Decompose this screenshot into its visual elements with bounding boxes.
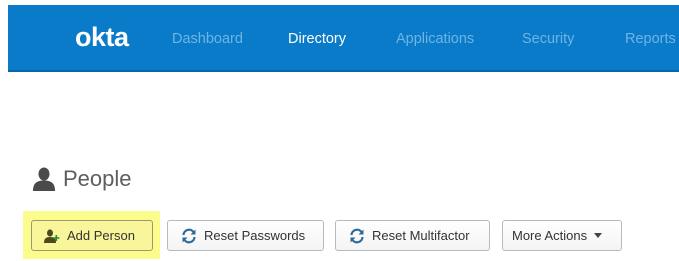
refresh-icon [350,228,364,243]
add-person-icon [44,228,60,243]
caret-down-icon [594,233,603,238]
nav-item-applications[interactable]: Applications [396,30,474,48]
okta-people-page: okta Dashboard Directory Applications Se… [0,0,679,261]
okta-logo[interactable]: okta [75,22,129,52]
reset-passwords-button[interactable]: Reset Passwords [167,220,324,251]
nav-item-security[interactable]: Security [522,30,574,48]
person-icon [33,167,55,191]
more-actions-dropdown[interactable]: More Actions [502,220,622,251]
add-person-label: Add Person [67,228,135,243]
add-person-button[interactable]: Add Person [31,220,153,251]
more-actions-label: More Actions [512,228,588,243]
reset-multifactor-label: Reset Multifactor [372,228,470,243]
reset-passwords-label: Reset Passwords [204,228,306,243]
refresh-icon [182,228,196,243]
page-title-text: People [63,166,132,191]
page-title: People [33,164,132,194]
nav-item-directory[interactable]: Directory [288,30,346,48]
nav-item-reports[interactable]: Reports [625,30,676,48]
top-nav-bar: okta Dashboard Directory Applications Se… [8,5,679,72]
reset-multifactor-button[interactable]: Reset Multifactor [335,220,490,251]
nav-item-dashboard[interactable]: Dashboard [172,30,243,48]
